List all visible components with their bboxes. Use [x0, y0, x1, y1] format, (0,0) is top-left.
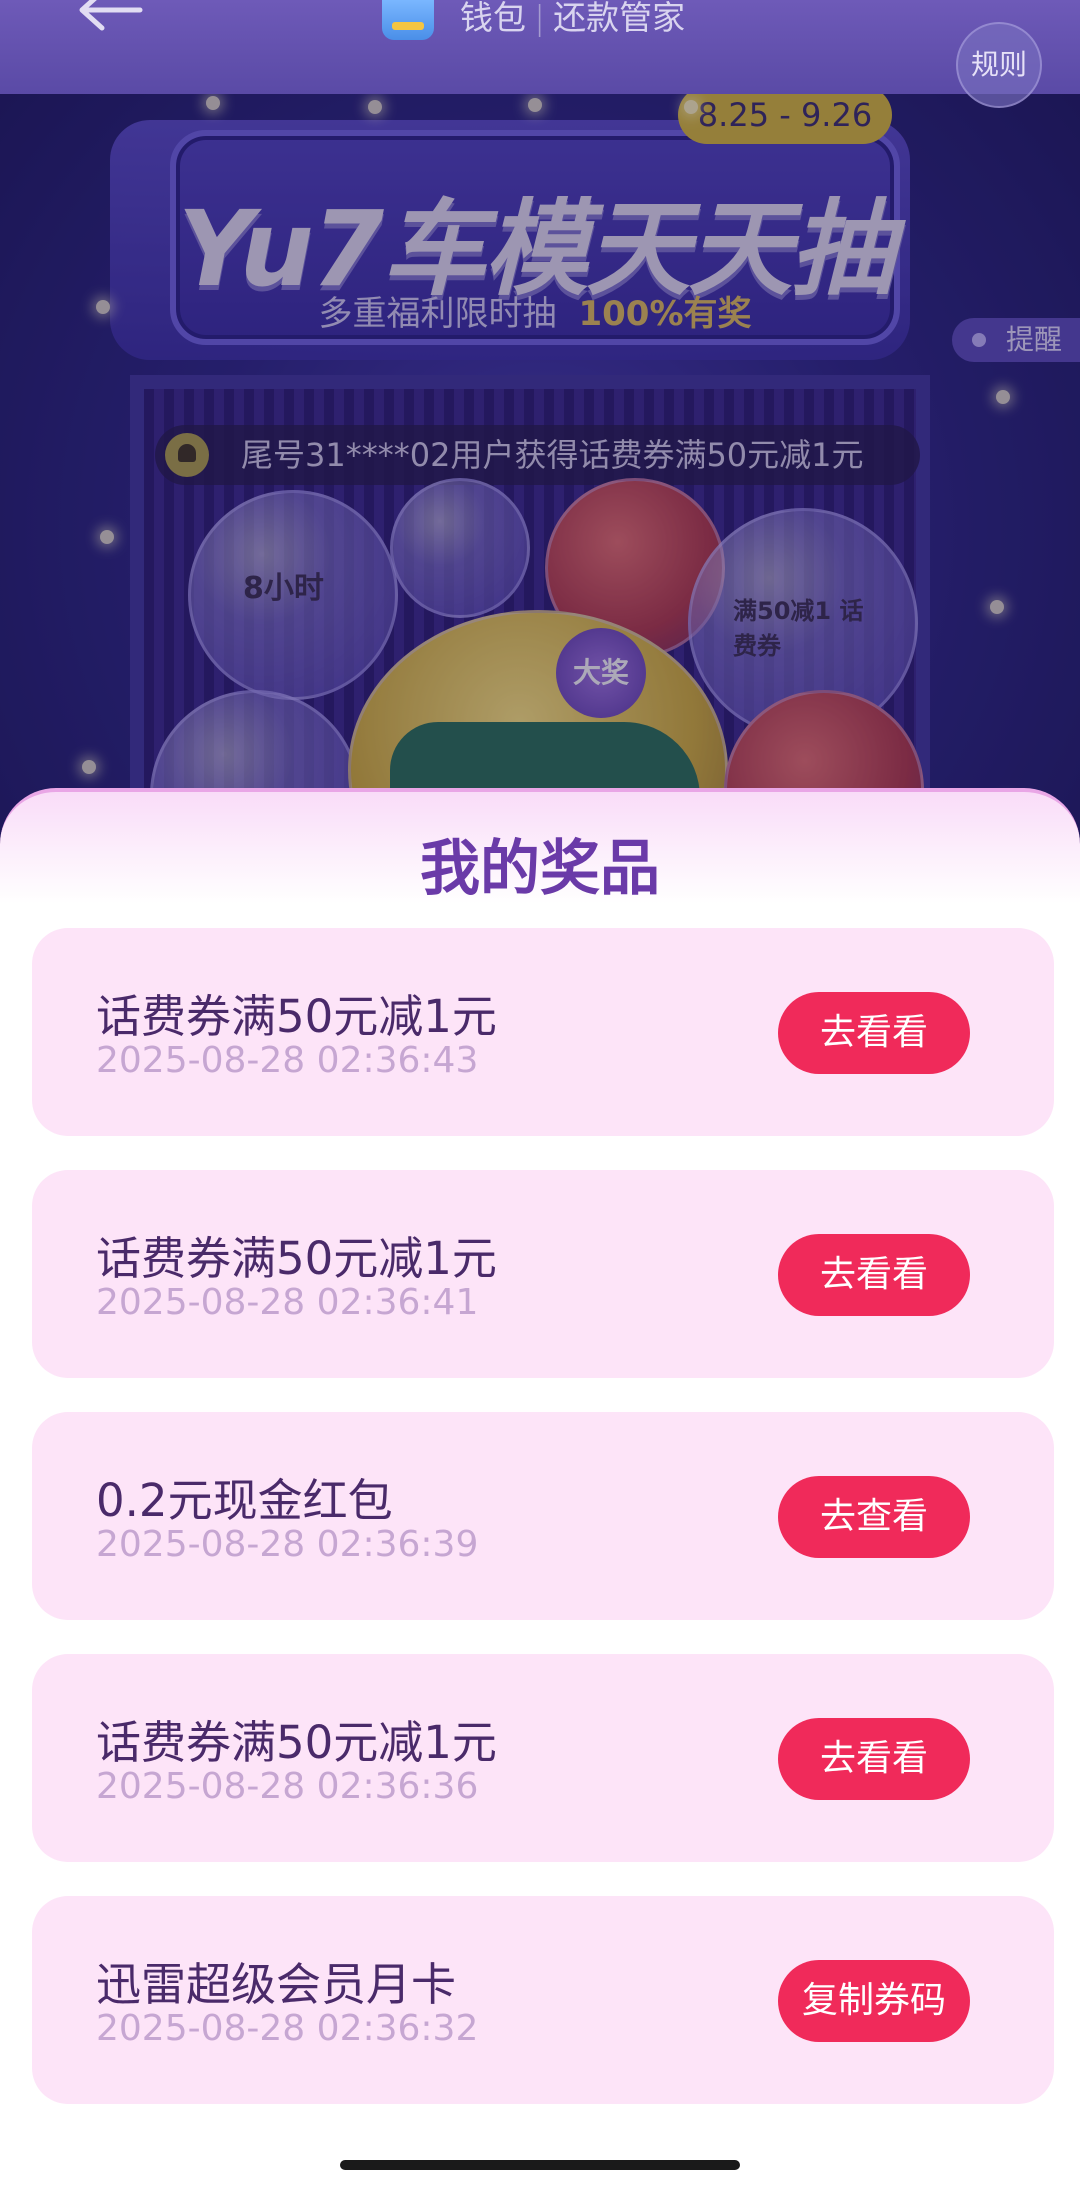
top-nav-bar: 钱包 | 还款管家 — [0, 0, 1080, 94]
section-name: 还款管家 — [553, 0, 686, 37]
sheet-title: 我的奖品 — [420, 834, 660, 904]
rules-button[interactable]: 规则 — [956, 22, 1042, 108]
nav-title: 钱包 | 还款管家 — [460, 0, 685, 40]
arrow-left-icon[interactable] — [70, 0, 150, 40]
prize-time: 2025-08-28 02:36:39 — [96, 1524, 479, 1565]
prize-name: 0.2元现金红包 — [96, 1474, 393, 1527]
copy-code-button[interactable]: 复制券码 — [778, 1960, 970, 2042]
title-separator: | — [534, 0, 546, 37]
modal-dim-overlay[interactable] — [0, 0, 1080, 880]
view-prize-button[interactable]: 去查看 — [778, 1476, 970, 1558]
prize-card: 话费券满50元减1元 2025-08-28 02:36:36 去看看 — [32, 1654, 1054, 1862]
prize-time: 2025-08-28 02:36:32 — [96, 2008, 479, 2049]
view-prize-button[interactable]: 去看看 — [778, 992, 970, 1074]
prize-name: 迅雷超级会员月卡 — [96, 1958, 457, 2011]
my-prizes-sheet: 我的奖品 话费券满50元减1元 2025-08-28 02:36:43 去看看 … — [0, 788, 1080, 2190]
prize-name: 话费券满50元减1元 — [96, 990, 497, 1043]
prize-card: 0.2元现金红包 2025-08-28 02:36:39 去查看 — [32, 1412, 1054, 1620]
activity-background: Yu7车模天天抽 多重福利限时抽 100%有奖 8.25 - 9.26 提醒 尾号… — [0, 0, 1080, 880]
wallet-icon — [382, 0, 434, 40]
prize-time: 2025-08-28 02:36:41 — [96, 1282, 479, 1323]
home-indicator[interactable] — [340, 2160, 740, 2170]
prize-time: 2025-08-28 02:36:36 — [96, 1766, 479, 1807]
prize-card: 迅雷超级会员月卡 2025-08-28 02:36:32 复制券码 — [32, 1896, 1054, 2104]
prize-name: 话费券满50元减1元 — [96, 1716, 497, 1769]
view-prize-button[interactable]: 去看看 — [778, 1234, 970, 1316]
prize-time: 2025-08-28 02:36:43 — [96, 1040, 479, 1081]
prize-name: 话费券满50元减1元 — [96, 1232, 497, 1285]
app-name: 钱包 — [460, 0, 526, 37]
prize-card: 话费券满50元减1元 2025-08-28 02:36:41 去看看 — [32, 1170, 1054, 1378]
prize-card: 话费券满50元减1元 2025-08-28 02:36:43 去看看 — [32, 928, 1054, 1136]
view-prize-button[interactable]: 去看看 — [778, 1718, 970, 1800]
